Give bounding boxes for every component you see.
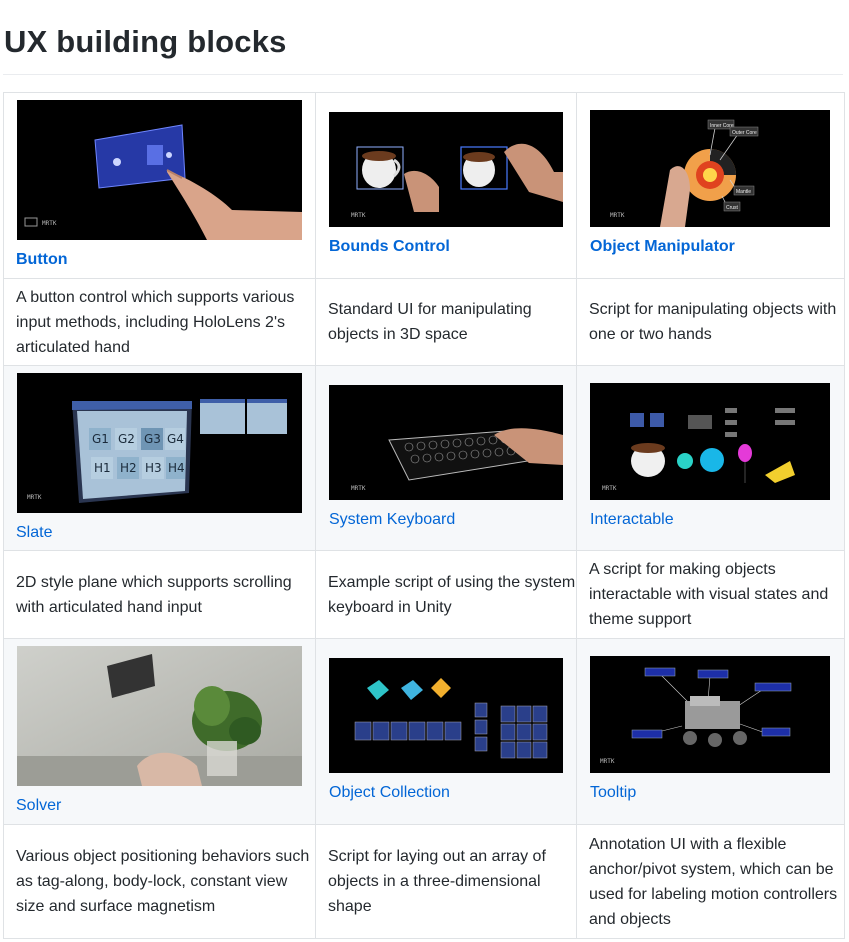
button-thumbnail[interactable]: MRTK	[17, 100, 302, 240]
tooltip-thumbnail[interactable]: MRTK	[590, 656, 830, 773]
slate-tile-h1: H1	[94, 461, 111, 475]
mrtk-watermark: MRTK	[42, 220, 57, 227]
table-cell: MRTK System Keyboard	[315, 365, 577, 551]
mrtk-watermark: MRTK	[600, 758, 615, 765]
description-cell: A script for making objects interactable…	[576, 550, 845, 639]
description-cell: Annotation UI with a flexible anchor/piv…	[576, 824, 845, 939]
mrtk-watermark: MRTK	[351, 212, 366, 219]
link-interactable[interactable]: Interactable	[590, 507, 674, 532]
solver-thumbnail[interactable]	[17, 646, 302, 786]
label-mantle: Mantle	[736, 189, 751, 195]
mrtk-watermark: MRTK	[610, 212, 625, 219]
link-tooltip[interactable]: Tooltip	[590, 780, 636, 805]
table-cell: MRTK Interactable	[576, 365, 845, 551]
link-bounds-control[interactable]: Bounds Control	[329, 234, 450, 259]
link-button[interactable]: Button	[16, 247, 68, 272]
description-cell: Various object positioning behaviors suc…	[3, 824, 316, 939]
slate-tile-g4: G4	[167, 432, 184, 446]
description-cell: 2D style plane which supports scrolling …	[3, 550, 316, 639]
page-heading: UX building blocks	[4, 24, 287, 59]
table-cell: Inner Core Outer Core Mantle Crust MRTK …	[576, 92, 845, 279]
heading-rule	[3, 74, 843, 75]
link-object-collection[interactable]: Object Collection	[329, 780, 450, 805]
link-slate[interactable]: Slate	[16, 520, 52, 545]
table-row: 2D style plane which supports scrolling …	[3, 550, 845, 639]
description-cell: Example script of using the system keybo…	[315, 550, 577, 639]
link-solver[interactable]: Solver	[16, 793, 61, 818]
object-manipulator-thumbnail[interactable]: Inner Core Outer Core Mantle Crust MRTK	[590, 110, 830, 227]
slate-tile-g1: G1	[92, 432, 109, 446]
description-cell: Script for manipulating objects with one…	[576, 278, 845, 366]
link-object-manipulator[interactable]: Object Manipulator	[590, 234, 735, 259]
slate-tile-g3: G3	[144, 432, 161, 446]
table-cell: Object Collection	[315, 638, 577, 825]
ux-building-blocks-table: MRTK Button MRTK Bounds Control Inner Co…	[3, 92, 845, 939]
table-row: MRTK Button MRTK Bounds Control Inner Co…	[3, 92, 845, 279]
slate-tile-h2: H2	[120, 461, 137, 475]
interactable-thumbnail[interactable]: MRTK	[590, 383, 830, 500]
table-row: Various object positioning behaviors suc…	[3, 824, 845, 939]
mrtk-watermark: MRTK	[602, 485, 617, 492]
slate-tile-h4: H4	[168, 461, 185, 475]
table-cell: MRTK Tooltip	[576, 638, 845, 825]
system-keyboard-thumbnail[interactable]: MRTK	[329, 385, 563, 500]
bounds-control-thumbnail[interactable]: MRTK	[329, 112, 563, 227]
table-row: Solver Object Collection MRTK Tooltip	[3, 638, 845, 825]
slate-tile-g2: G2	[118, 432, 135, 446]
slate-tile-h3: H3	[145, 461, 162, 475]
description-cell: A button control which supports various …	[3, 278, 316, 366]
table-cell: G1 G2 G3 G4 H1 H2 H3 H4 MRTK Slate	[3, 365, 316, 551]
table-row: A button control which supports various …	[3, 278, 845, 366]
label-outer-core: Outer Core	[732, 130, 757, 136]
page: UX building blocks MRTK Button MRTK Boun…	[0, 0, 849, 942]
link-system-keyboard[interactable]: System Keyboard	[329, 507, 455, 532]
table-cell: MRTK Button	[3, 92, 316, 279]
table-cell: Solver	[3, 638, 316, 825]
object-collection-thumbnail[interactable]	[329, 658, 563, 773]
description-cell: Script for laying out an array of object…	[315, 824, 577, 939]
mrtk-watermark: MRTK	[351, 485, 366, 492]
label-crust: Crust	[726, 205, 739, 211]
table-cell: MRTK Bounds Control	[315, 92, 577, 279]
mrtk-watermark: MRTK	[27, 494, 42, 501]
slate-thumbnail[interactable]: G1 G2 G3 G4 H1 H2 H3 H4 MRTK	[17, 373, 302, 513]
description-cell: Standard UI for manipulating objects in …	[315, 278, 577, 366]
table-row: G1 G2 G3 G4 H1 H2 H3 H4 MRTK Slate MRTK …	[3, 365, 845, 551]
